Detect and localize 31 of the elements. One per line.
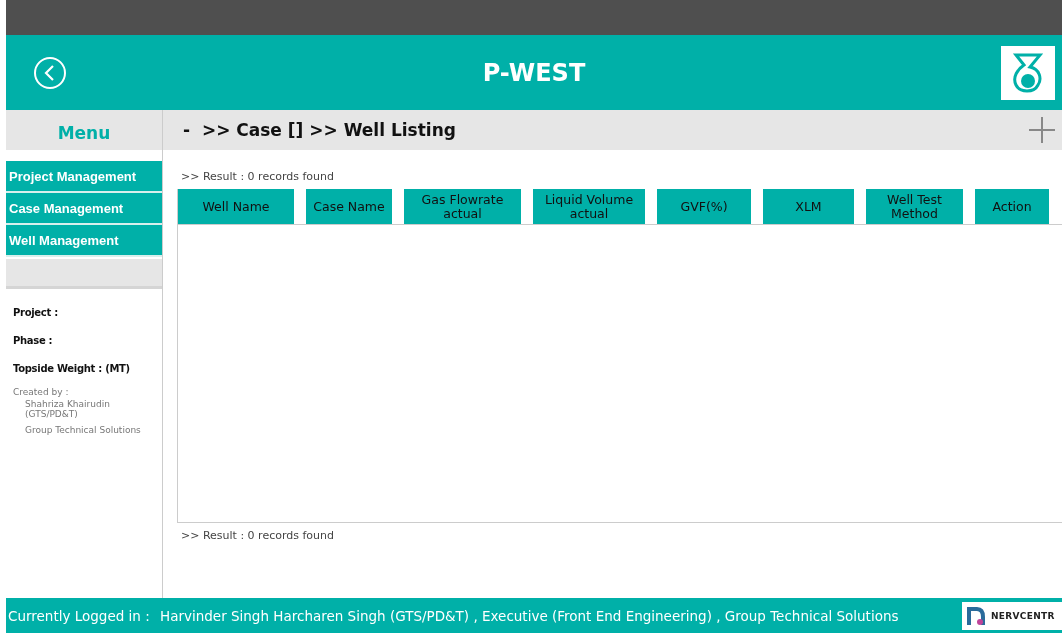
created-by-label: Created by :: [13, 387, 69, 397]
column-header: Action: [975, 189, 1049, 224]
column-header: Gas Flowrate actual: [404, 189, 521, 224]
creator-name: Shahriza Khairudin (GTS/PD&T): [24, 399, 111, 419]
column-header: GVF(%): [657, 189, 751, 224]
menu-item[interactable]: Project Management: [6, 161, 162, 193]
menu-item[interactable]: Well Management: [6, 225, 162, 257]
column-header: Well Test Method: [866, 189, 963, 224]
result-count: >> Result : 0 records found: [180, 528, 335, 542]
back-icon: [33, 55, 67, 90]
logo-icon: [1001, 45, 1055, 100]
breadcrumb: - >> Case [] >> Well Listing: [183, 120, 456, 140]
back-button[interactable]: [33, 55, 67, 90]
column-header: Liquid Volume actual: [533, 189, 645, 224]
logged-in-label: Currently Logged in :: [8, 607, 151, 624]
info-label: Topside Weight : (MT): [13, 363, 131, 374]
menu-item[interactable]: Case Management: [6, 193, 162, 225]
menu-title: Menu: [57, 122, 111, 143]
brand-name: NERVCENTR: [991, 610, 1055, 621]
column-header: Case Name: [306, 189, 392, 224]
creator-department: Group Technical Solutions: [24, 425, 142, 435]
result-count: >> Result : 0 records found: [180, 169, 335, 185]
user-info: Harvinder Singh Harcharen Singh (GTS/PD&T) , Executive (Front End Engineering) , Group Technical Solutions: [160, 607, 899, 624]
brand-icon: [966, 604, 988, 627]
info-label: Phase :: [13, 335, 54, 346]
column-header: Well Name: [178, 189, 294, 224]
info-label: Project :: [13, 307, 59, 318]
column-header: XLM: [763, 189, 854, 224]
add-button[interactable]: [1028, 116, 1056, 144]
app-title: P-WEST: [482, 58, 586, 87]
plus-icon: [1028, 116, 1056, 144]
